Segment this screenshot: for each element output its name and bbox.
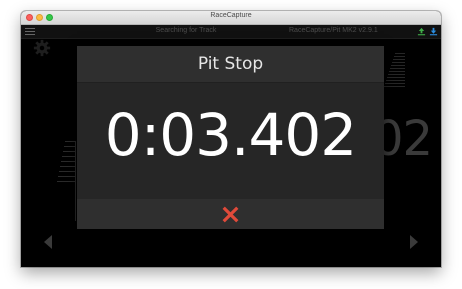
pit-stop-timer: 0:03.402 bbox=[104, 101, 357, 169]
window-title: RaceCapture bbox=[210, 12, 252, 19]
upload-icon[interactable] bbox=[417, 27, 426, 36]
close-x-icon[interactable] bbox=[222, 206, 239, 223]
download-icon[interactable] bbox=[429, 27, 438, 36]
previous-screen-icon[interactable] bbox=[43, 235, 53, 249]
dialog-header: Pit Stop bbox=[77, 46, 384, 82]
device-version-text: RaceCapture/Pit MK2 v2.9.1 bbox=[289, 27, 378, 34]
window-titlebar: RaceCapture bbox=[21, 11, 441, 25]
dialog-footer bbox=[77, 199, 384, 229]
gear-icon[interactable] bbox=[33, 39, 51, 57]
dialog-title: Pit Stop bbox=[197, 54, 264, 74]
pit-stop-dialog: Pit Stop 0:03.402 bbox=[77, 46, 384, 229]
hamburger-menu-icon[interactable] bbox=[25, 28, 35, 35]
track-status-text: Searching for Track bbox=[155, 27, 217, 34]
app-window: RaceCapture Searching for Track RaceCapt… bbox=[21, 11, 441, 267]
app-toolbar: Searching for Track RaceCapture/Pit MK2 … bbox=[21, 25, 441, 39]
next-screen-icon[interactable] bbox=[409, 235, 419, 249]
dialog-divider bbox=[77, 82, 384, 83]
rpm-bar-graph bbox=[384, 53, 405, 87]
